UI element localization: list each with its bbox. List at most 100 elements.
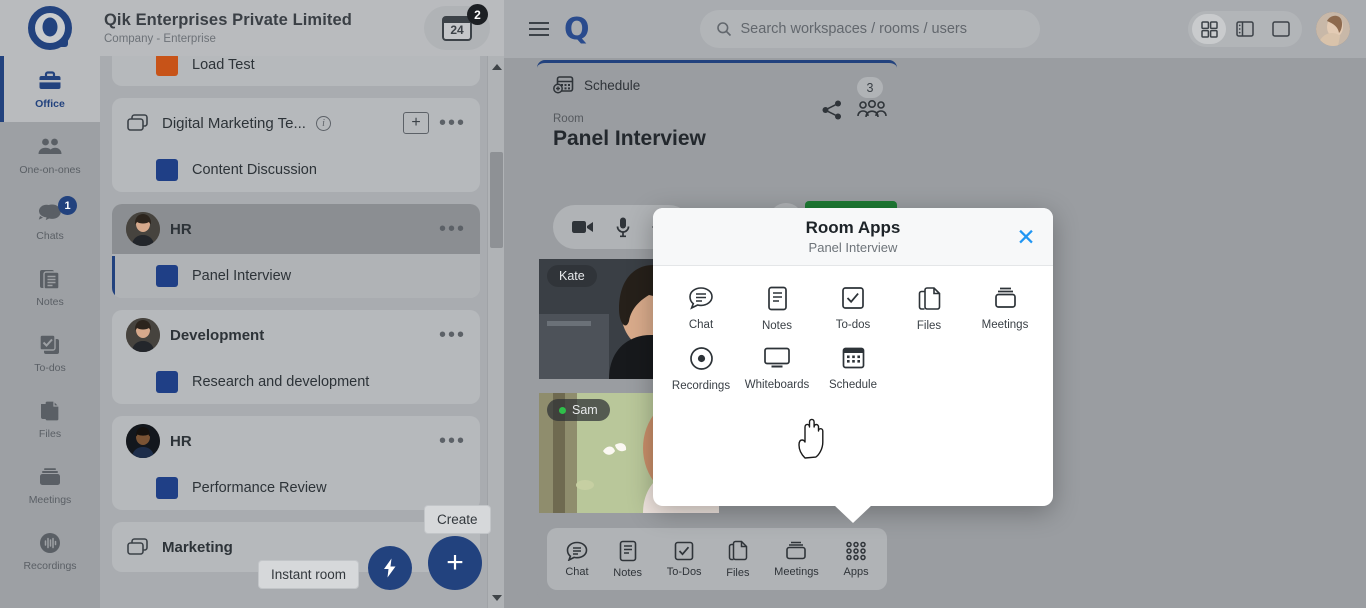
modal-app-chat[interactable]: Chat (663, 286, 739, 332)
room-app-bar: Chat Notes To-Dos Files Meetings Apps (547, 528, 887, 590)
modal-app-whiteboards[interactable]: Whiteboards (739, 346, 815, 392)
recording-icon (689, 346, 714, 371)
room-color-swatch (156, 56, 178, 76)
rail-item-office[interactable]: Office (0, 56, 100, 122)
info-icon[interactable]: i (316, 116, 331, 131)
rail-label-files: Files (39, 428, 61, 440)
list-item: HR ••• Panel Interview (112, 204, 480, 298)
rail-label-recordings: Recordings (23, 560, 76, 572)
room-row-panel-interview[interactable]: Panel Interview (112, 254, 480, 298)
notes-icon (619, 540, 637, 562)
calendar-button[interactable]: 24 2 (424, 6, 490, 50)
rail-item-files[interactable]: Files (0, 386, 100, 452)
rail-item-meetings[interactable]: Meetings (0, 452, 100, 518)
search-placeholder: Search workspaces / rooms / users (741, 21, 967, 37)
appbar-label: Apps (844, 566, 869, 578)
room-apps-modal: Room Apps Panel Interview ✕ Chat Notes T… (653, 208, 1053, 506)
avatar[interactable] (1316, 12, 1350, 46)
calendar-badge: 2 (467, 4, 488, 25)
modal-app-todos[interactable]: To-dos (815, 286, 891, 332)
rail-item-todos[interactable]: To-dos (0, 320, 100, 386)
create-button[interactable]: + (428, 536, 482, 590)
video-camera-icon[interactable] (571, 218, 595, 236)
workspace-menu-button[interactable]: ••• (439, 117, 466, 129)
close-icon[interactable]: ✕ (1013, 224, 1039, 250)
room-row-performance-review[interactable]: Performance Review (112, 466, 480, 510)
brand-logo[interactable]: Q (564, 12, 590, 47)
video-tile-name: Kate (547, 265, 597, 287)
room-row-research-development[interactable]: Research and development (112, 360, 480, 404)
workspace-menu-button[interactable]: ••• (439, 223, 466, 235)
rail-item-recordings[interactable]: Recordings (0, 518, 100, 584)
modal-app-files[interactable]: Files (891, 286, 967, 332)
list-item: Digital Marketing Te... i + ••• Content … (112, 98, 480, 192)
participant-name: Sam (572, 403, 598, 417)
share-icon[interactable] (821, 99, 843, 121)
hamburger-icon[interactable] (516, 22, 562, 37)
modal-title: Room Apps (806, 218, 901, 238)
meetings-icon (784, 540, 808, 561)
files-icon (37, 399, 63, 423)
sidebar-layout-icon[interactable] (1228, 14, 1262, 44)
rail-item-chats[interactable]: 1 Chats (0, 188, 100, 254)
modal-app-recordings[interactable]: Recordings (663, 346, 739, 392)
room-name: Load Test (192, 57, 255, 73)
appbar-notes[interactable]: Notes (613, 540, 642, 579)
room-name: Research and development (192, 374, 369, 390)
rail-item-one-on-ones[interactable]: One-on-ones (0, 122, 100, 188)
rail-label-office: Office (35, 98, 65, 110)
scroll-down-arrow[interactable] (488, 589, 504, 606)
avatar (126, 424, 160, 458)
modal-app-schedule[interactable]: Schedule (815, 346, 891, 392)
room-card-header: Schedule 3 Room Panel Interview (537, 63, 897, 151)
rail-item-notes[interactable]: Notes (0, 254, 100, 320)
room-row-load-test[interactable]: Load Test (112, 56, 480, 86)
avatar (126, 212, 160, 246)
checkbox-icon (674, 541, 694, 561)
workspace-row-development[interactable]: Development ••• (112, 310, 480, 360)
modal-app-meetings[interactable]: Meetings (967, 286, 1043, 332)
rail-label-meetings: Meetings (29, 494, 72, 506)
modal-app-notes[interactable]: Notes (739, 286, 815, 332)
appbar-todos[interactable]: To-Dos (667, 541, 702, 578)
workspace-row-digital-marketing[interactable]: Digital Marketing Te... i + ••• (112, 98, 480, 148)
schedule-label: Schedule (584, 78, 640, 93)
scroll-up-arrow[interactable] (488, 58, 504, 75)
search-input[interactable]: Search workspaces / rooms / users (700, 10, 1040, 48)
appbar-label: Chat (565, 566, 588, 578)
files-icon (727, 540, 749, 562)
participants-icon[interactable] (857, 99, 887, 121)
room-color-swatch (156, 477, 178, 499)
rail-label-chats: Chats (36, 230, 63, 242)
appbar-apps[interactable]: Apps (844, 541, 869, 578)
grid-layout-icon[interactable] (1192, 14, 1226, 44)
modal-app-label: Recordings (672, 380, 730, 392)
appbar-chat[interactable]: Chat (565, 541, 588, 578)
appbar-label: Files (726, 567, 749, 579)
schedule-button[interactable]: Schedule (553, 75, 881, 95)
appbar-label: Meetings (774, 566, 819, 578)
microphone-icon[interactable] (615, 216, 631, 238)
primary-nav-rail: Office One-on-ones 1 Chats Notes T (0, 56, 100, 608)
briefcase-icon (37, 69, 63, 93)
top-navigation-bar: Q Search workspaces / rooms / users (504, 0, 1366, 58)
appbar-files[interactable]: Files (726, 540, 749, 579)
app-logo[interactable] (0, 6, 100, 50)
participants-count-badge: 3 (857, 77, 883, 98)
chat-bubble-icon (566, 541, 588, 561)
room-title: Panel Interview (553, 127, 881, 151)
scrollbar-thumb[interactable] (490, 152, 503, 248)
single-layout-icon[interactable] (1264, 14, 1298, 44)
workspace-row-hr-selected[interactable]: HR ••• (112, 204, 480, 254)
rail-label-one-on-ones: One-on-ones (19, 164, 80, 176)
app-root: Qik Enterprises Private Limited Company … (0, 0, 1366, 608)
workspace-row-hr-2[interactable]: HR ••• (112, 416, 480, 466)
room-row-content-discussion[interactable]: Content Discussion (112, 148, 480, 192)
workspace-menu-button[interactable]: ••• (439, 329, 466, 341)
appbar-meetings[interactable]: Meetings (774, 540, 819, 578)
room-color-swatch (156, 265, 178, 287)
online-status-dot (559, 407, 566, 414)
workspace-menu-button[interactable]: ••• (439, 435, 466, 447)
instant-room-button[interactable] (368, 546, 412, 590)
add-room-button[interactable]: + (403, 112, 429, 134)
